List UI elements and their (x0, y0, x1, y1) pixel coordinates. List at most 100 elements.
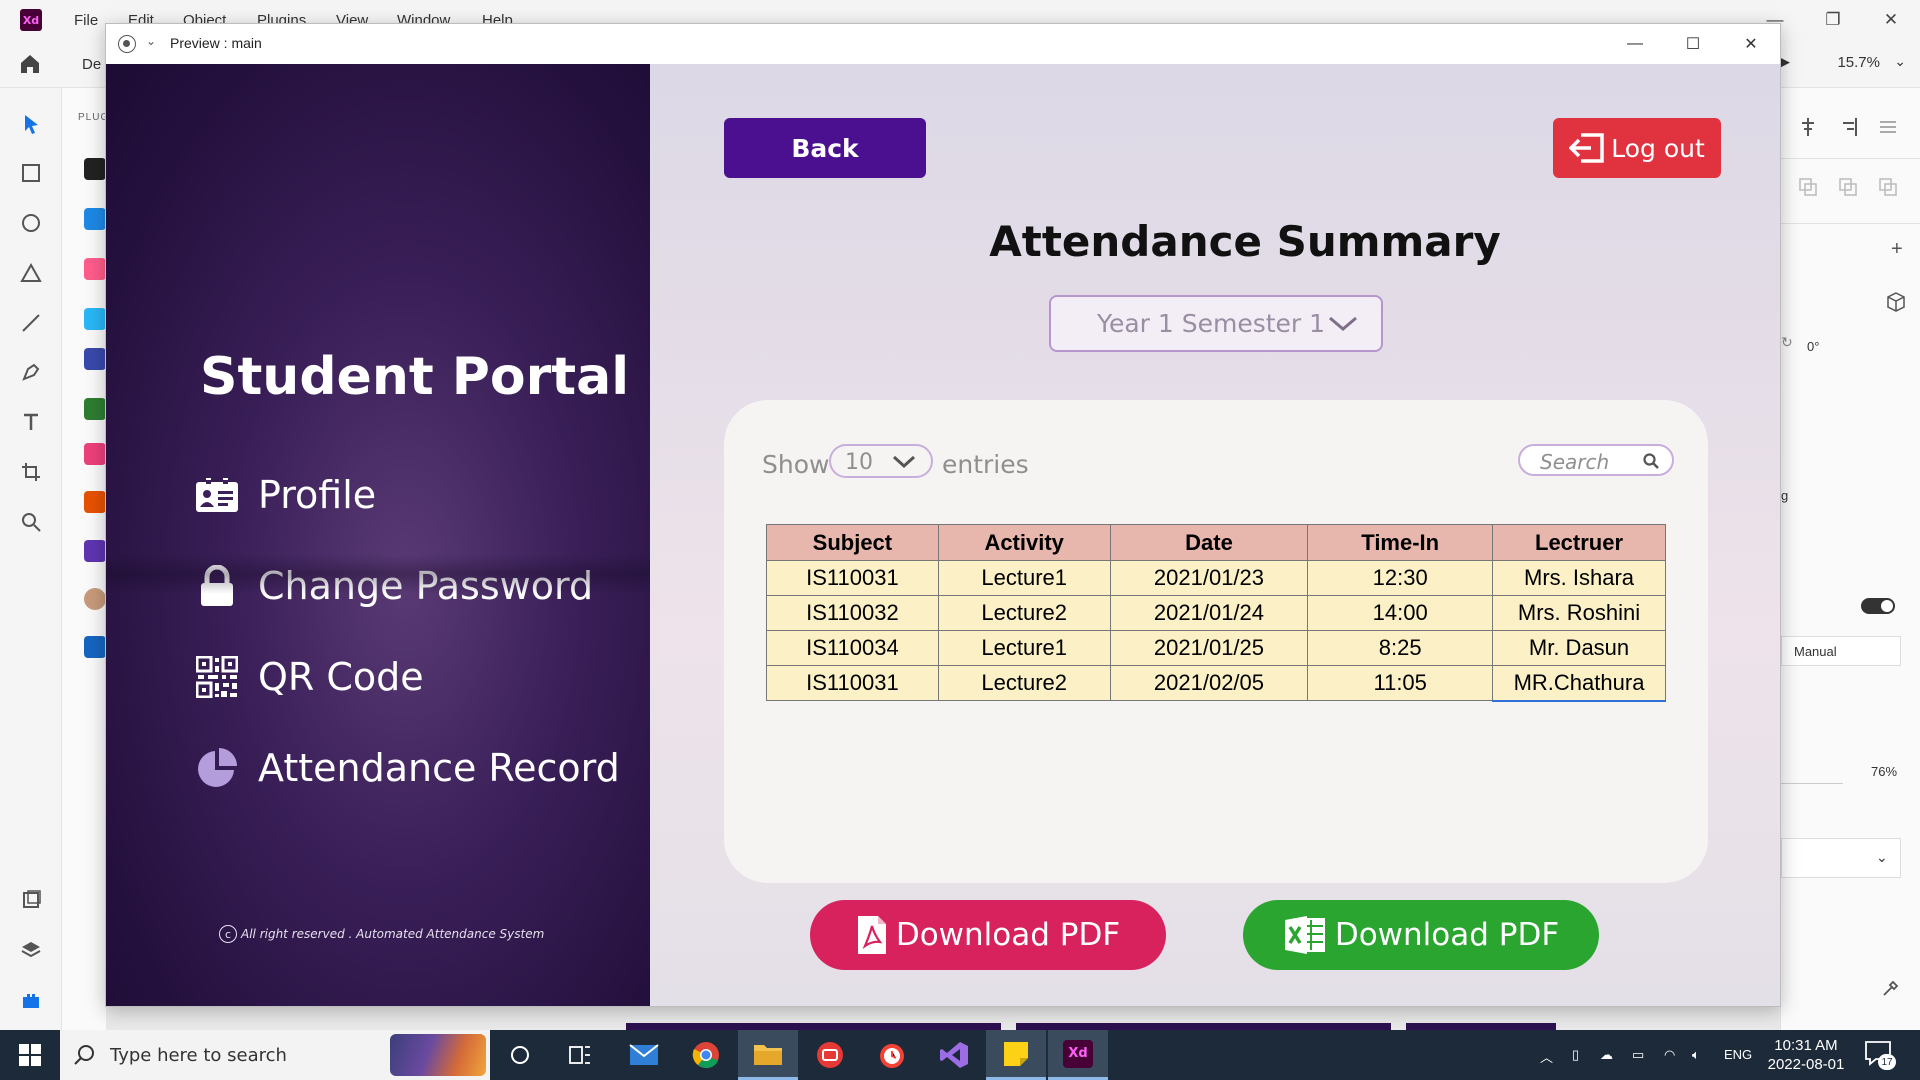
boolean-add-icon[interactable] (1797, 176, 1819, 198)
language-indicator[interactable]: ENG (1724, 1047, 1752, 1062)
plugin-icon[interactable] (84, 158, 106, 180)
column-header-date[interactable]: Date (1109, 524, 1309, 561)
table-row[interactable]: IS110032 Lecture2 2021/01/24 14:00 Mrs. … (766, 595, 1666, 631)
plugins-icon[interactable] (19, 988, 43, 1012)
plugin-icon[interactable] (84, 348, 106, 370)
column-header-subject[interactable]: Subject (766, 524, 939, 561)
plugin-icon[interactable] (84, 636, 106, 658)
entries-select[interactable]: 10 (829, 444, 933, 478)
close-icon[interactable]: ✕ (1722, 24, 1780, 64)
design-tab[interactable]: De (82, 56, 101, 73)
layers-icon[interactable] (19, 938, 43, 962)
minimize-icon[interactable]: — (1606, 24, 1664, 64)
download-excel-button[interactable]: Download PDF (1243, 900, 1599, 970)
column-header-lecturer[interactable]: Lectruer (1492, 524, 1666, 561)
wifi-icon[interactable]: ◠ (1664, 1047, 1675, 1063)
visual-studio-icon[interactable] (924, 1030, 984, 1080)
windows-logo-icon (19, 1044, 41, 1066)
text-tool-icon[interactable] (19, 410, 43, 434)
artboard-thumbnail[interactable] (626, 1023, 1001, 1030)
restore-icon[interactable]: ❐ (1804, 0, 1862, 40)
toggle-switch[interactable] (1861, 598, 1895, 614)
plugin-icon[interactable] (84, 258, 106, 280)
battery-icon[interactable]: ▭ (1632, 1047, 1644, 1063)
artboard-thumbnail[interactable] (1016, 1023, 1391, 1030)
polygon-tool-icon[interactable] (19, 261, 43, 285)
zoom-level[interactable]: 15.7% (1837, 54, 1880, 71)
cell-subject: IS110031 (766, 665, 939, 701)
chevron-down-icon[interactable]: ⌄ (146, 34, 156, 48)
task-view-icon[interactable] (550, 1030, 610, 1080)
boolean-intersect-icon[interactable] (1877, 176, 1899, 198)
plugin-icon[interactable] (84, 491, 106, 513)
onedrive-cloud-icon[interactable]: ☁ (1600, 1047, 1613, 1063)
table-row[interactable]: IS110034 Lecture1 2021/01/25 8:25 Mr. Da… (766, 630, 1666, 666)
plugin-icon[interactable] (84, 588, 106, 610)
volume-icon[interactable]: 🔈︎ (1692, 1047, 1700, 1063)
screen-recorder-icon[interactable] (800, 1030, 860, 1080)
chevron-up-icon[interactable]: ︿ (1540, 1047, 1553, 1066)
nav-item-attendance-record[interactable]: Attendance Record (194, 743, 620, 793)
opacity-value[interactable]: 76% (1871, 764, 1897, 779)
zoom-tool-icon[interactable] (19, 510, 43, 534)
taskbar-clock[interactable]: 10:31 AM 2022-08-01 (1766, 1036, 1846, 1074)
column-header-activity[interactable]: Activity (937, 524, 1111, 561)
align-center-icon[interactable] (1797, 116, 1819, 138)
nav-item-profile[interactable]: Profile (194, 470, 376, 520)
adobe-xd-taskbar-icon[interactable]: Xd (1048, 1030, 1108, 1080)
line-tool-icon[interactable] (19, 311, 43, 335)
cortana-icon[interactable] (490, 1030, 550, 1080)
artboard-thumbnail[interactable] (1406, 1023, 1556, 1030)
chrome-icon[interactable] (676, 1030, 736, 1080)
plugin-icon[interactable] (84, 398, 106, 420)
phone-link-icon[interactable]: ▯ (1572, 1047, 1579, 1063)
blend-mode-select[interactable]: ⌄ (1781, 838, 1901, 878)
xd-logo[interactable]: Xd (20, 9, 42, 31)
taskbar-search-input[interactable]: Type here to search (60, 1030, 490, 1080)
maximize-icon[interactable]: ☐ (1664, 24, 1722, 64)
close-icon[interactable]: ✕ (1862, 0, 1920, 40)
sticky-notes-icon[interactable] (986, 1030, 1046, 1080)
rotation-value[interactable]: 0° (1807, 339, 1819, 354)
download-pdf-button[interactable]: Download PDF (810, 900, 1166, 970)
3d-cube-icon[interactable] (1885, 291, 1907, 313)
back-button[interactable]: Back (724, 118, 926, 178)
boolean-subtract-icon[interactable] (1837, 176, 1859, 198)
select-tool-icon[interactable] (19, 112, 43, 136)
menu-file[interactable]: File (74, 12, 98, 29)
alarm-clock-icon[interactable] (862, 1030, 922, 1080)
semester-select[interactable]: Year 1 Semester 1 (1049, 295, 1383, 352)
nav-item-change-password[interactable]: Change Password (194, 561, 593, 611)
nav-item-qr-code[interactable]: QR Code (194, 652, 424, 702)
eyedropper-icon[interactable] (1881, 978, 1901, 998)
logout-button[interactable]: Log out (1553, 118, 1721, 178)
file-explorer-icon[interactable] (738, 1030, 798, 1080)
semester-value: Year 1 Semester 1 (1097, 309, 1326, 338)
start-button[interactable] (0, 1030, 60, 1080)
play-icon[interactable]: ▶ (1780, 54, 1790, 70)
distribute-icon[interactable] (1877, 116, 1899, 138)
student-portal-app: Student Portal Profile Change Password Q… (106, 64, 1780, 1006)
plugin-icon[interactable] (84, 308, 106, 330)
ellipse-tool-icon[interactable] (19, 211, 43, 235)
notifications-button[interactable]: 17 (1864, 1040, 1896, 1073)
table-row[interactable]: IS110031 Lecture1 2021/01/23 12:30 Mrs. … (766, 560, 1666, 596)
plugin-icon[interactable] (84, 443, 106, 465)
chevron-down-icon[interactable]: ⌄ (1894, 53, 1906, 70)
artboard-tool-icon[interactable] (19, 460, 43, 484)
search-input[interactable]: Search (1518, 444, 1674, 476)
record-icon[interactable] (118, 35, 136, 53)
home-icon[interactable] (18, 52, 42, 76)
assets-icon[interactable] (19, 888, 43, 912)
resize-mode-select[interactable]: Manual (1781, 636, 1901, 666)
mail-icon[interactable] (614, 1030, 674, 1080)
add-icon[interactable]: + (1891, 238, 1903, 261)
align-right-icon[interactable] (1837, 116, 1859, 138)
pen-tool-icon[interactable] (19, 360, 43, 384)
table-row[interactable]: IS110031 Lecture2 2021/02/05 11:05 MR.Ch… (766, 665, 1666, 702)
rectangle-tool-icon[interactable] (19, 161, 43, 185)
plugin-icon[interactable] (84, 208, 106, 230)
plugin-icon[interactable] (84, 540, 106, 562)
opacity-slider[interactable] (1781, 783, 1843, 784)
column-header-time-in[interactable]: Time-In (1307, 524, 1494, 561)
